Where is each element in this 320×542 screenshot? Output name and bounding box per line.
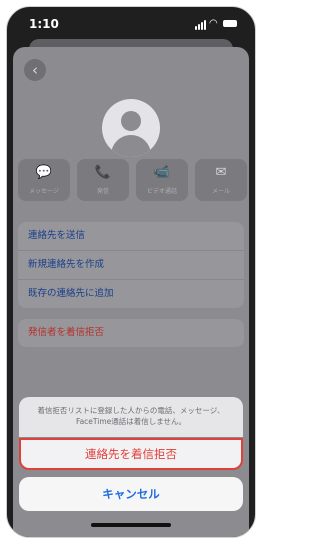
block-caller-group: 発信者を着信拒否 bbox=[18, 319, 244, 347]
message-icon: 💬 bbox=[35, 165, 53, 180]
create-new-contact-item[interactable]: 新規連絡先を作成 bbox=[18, 251, 244, 280]
status-bar: 1:10 ◠ bbox=[7, 7, 255, 41]
call-action-label: 発信 bbox=[96, 188, 109, 195]
home-indicator bbox=[91, 523, 171, 527]
action-sheet-message: 着信拒否リストに登録した人からの電話、メッセージ、 FaceTime通話は着信し… bbox=[19, 397, 243, 437]
share-contact-item[interactable]: 連絡先を送信 bbox=[18, 222, 244, 251]
wifi-icon: ◠ bbox=[209, 18, 218, 29]
block-contact-button[interactable]: 連絡先を着信拒否 bbox=[19, 438, 243, 470]
mail-action-button[interactable]: ✉ メール bbox=[195, 159, 247, 201]
mail-icon: ✉ bbox=[215, 165, 227, 180]
video-icon: 📹 bbox=[153, 165, 171, 180]
signal-icon bbox=[195, 26, 197, 30]
status-time: 1:10 bbox=[29, 17, 59, 31]
signal-bar bbox=[201, 22, 203, 30]
video-action-label: ビデオ通話 bbox=[146, 188, 177, 195]
action-sheet-message-line1: 着信拒否リストに登録した人からの電話、メッセージ、 bbox=[37, 406, 225, 415]
action-sheet-message-line2: FaceTime通話は着信しません。 bbox=[75, 417, 187, 426]
phone-icon: 📞 bbox=[94, 165, 112, 180]
contact-actions: 💬 メッセージ 📞 発信 📹 ビデオ通話 ✉ メール bbox=[18, 159, 248, 201]
phone-screen: 1:10 ◠ ‹ 💬 メッセージ 📞 発信 📹 ビデオ通話 ✉ メール 連絡先を… bbox=[6, 6, 256, 538]
signal-bar bbox=[198, 24, 200, 30]
message-action-label: メッセージ bbox=[29, 188, 59, 195]
video-action-button[interactable]: 📹 ビデオ通話 bbox=[136, 159, 188, 201]
mail-action-label: メール bbox=[211, 188, 230, 195]
status-icons: ◠ bbox=[195, 18, 239, 30]
block-caller-item[interactable]: 発信者を着信拒否 bbox=[18, 319, 244, 347]
avatar-head bbox=[121, 111, 141, 131]
signal-bar bbox=[204, 20, 206, 30]
avatar bbox=[102, 99, 160, 157]
add-to-existing-contact-item[interactable]: 既存の連絡先に追加 bbox=[18, 280, 244, 308]
call-action-button[interactable]: 📞 発信 bbox=[77, 159, 129, 201]
contact-menu: 連絡先を送信 新規連絡先を作成 既存の連絡先に追加 bbox=[18, 222, 244, 308]
battery-icon bbox=[223, 20, 237, 27]
message-action-button[interactable]: 💬 メッセージ bbox=[18, 159, 70, 201]
chevron-left-icon: ‹ bbox=[32, 61, 38, 79]
back-button[interactable]: ‹ bbox=[24, 59, 46, 81]
avatar-body bbox=[111, 135, 151, 157]
cancel-button[interactable]: キャンセル bbox=[19, 477, 243, 511]
